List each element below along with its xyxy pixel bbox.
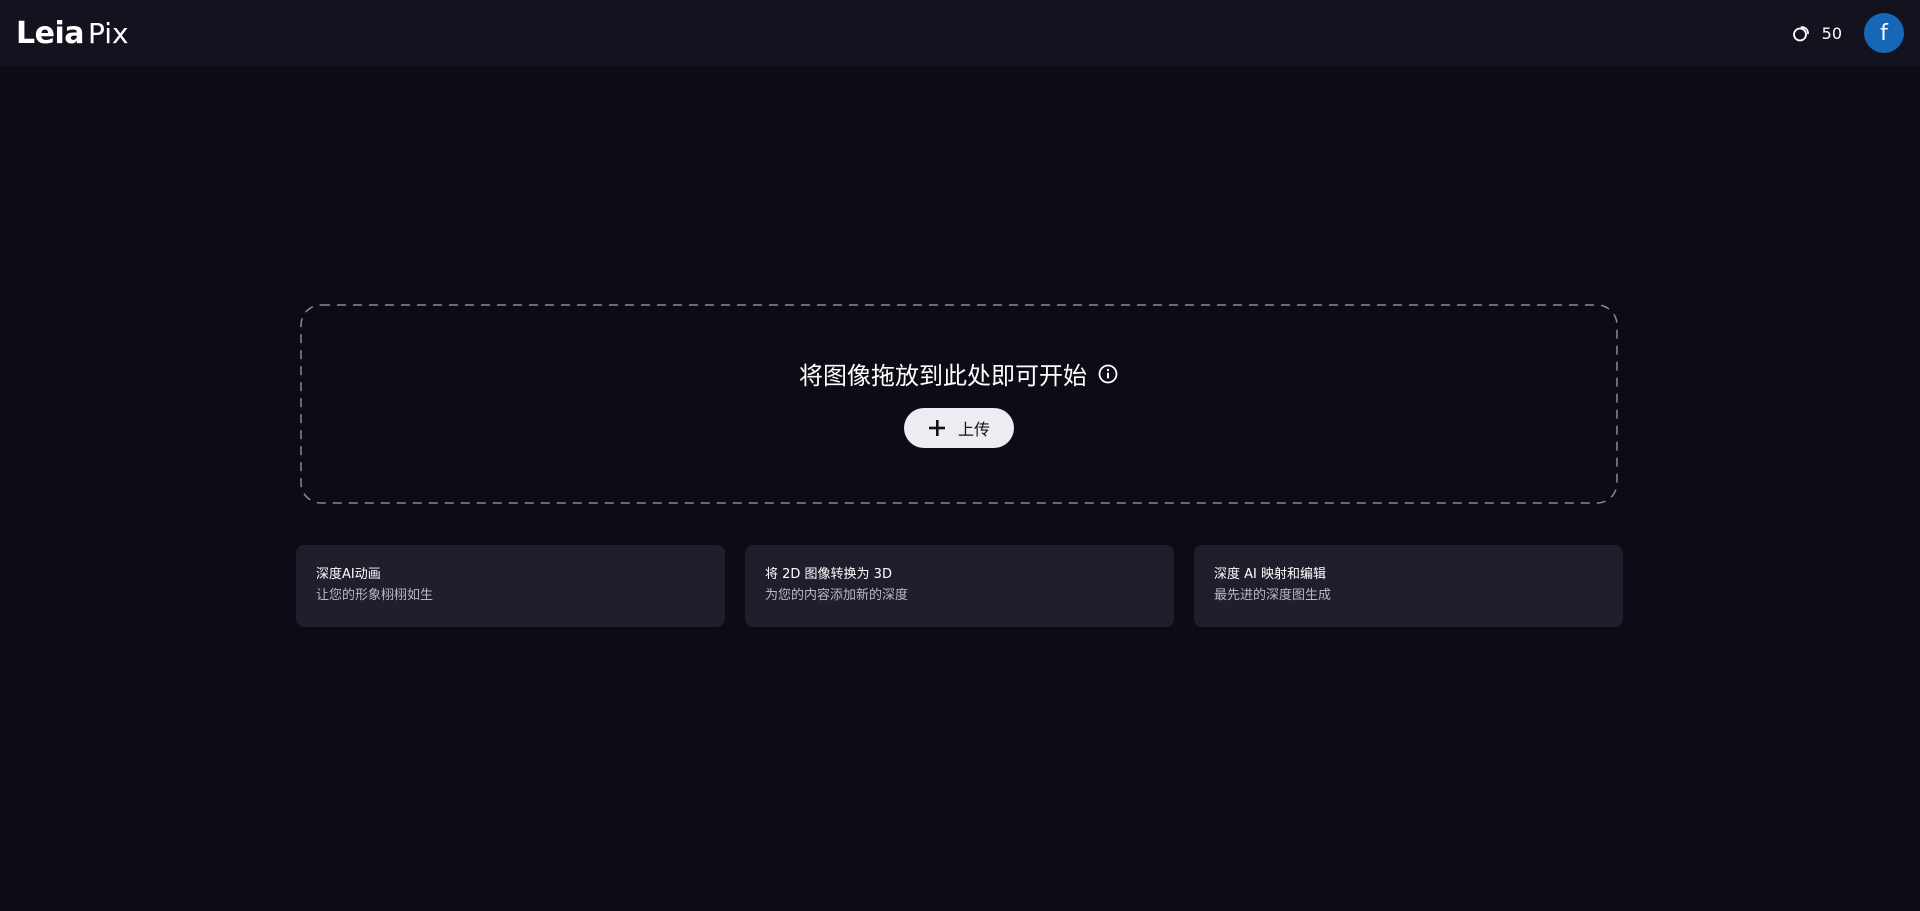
feature-card-depth-mapping[interactable]: 深度 AI 映射和编辑 最先进的深度图生成	[1194, 545, 1623, 627]
logo-pix-text: Pix	[88, 16, 129, 50]
feature-card-2d-to-3d[interactable]: 将 2D 图像转换为 3D 为您的内容添加新的深度	[745, 545, 1174, 627]
header-actions: 50 f	[1792, 13, 1904, 53]
top-bar: Leia Pix 50 f	[0, 0, 1920, 66]
dropzone-title: 将图像拖放到此处即可开始	[799, 362, 1087, 390]
feature-card-title: 深度AI动画	[316, 567, 381, 582]
upload-button[interactable]: 上传	[904, 408, 1014, 448]
credits-counter[interactable]: 50	[1792, 23, 1842, 43]
feature-card-ai-animation[interactable]: 深度AI动画 让您的形象栩栩如生	[296, 545, 725, 627]
upload-label: 上传	[957, 420, 990, 439]
plus-icon	[928, 419, 946, 437]
credits-value: 50	[1821, 23, 1842, 43]
feature-card-subtitle: 让您的形象栩栩如生	[316, 588, 434, 603]
dropzone-heading: 将图像拖放到此处即可开始	[300, 356, 1618, 391]
info-icon[interactable]	[1097, 363, 1119, 385]
feature-card-title: 将 2D 图像转换为 3D	[765, 567, 892, 582]
feature-card-subtitle: 最先进的深度图生成	[1214, 588, 1332, 603]
avatar-letter: f	[1880, 20, 1888, 46]
coins-icon	[1792, 23, 1812, 43]
feature-card-title: 深度 AI 映射和编辑	[1214, 567, 1326, 582]
logo-leia-text: Leia	[16, 15, 85, 51]
feature-card-subtitle: 为您的内容添加新的深度	[765, 588, 909, 603]
user-avatar[interactable]: f	[1864, 13, 1904, 53]
feature-cards: 深度AI动画 让您的形象栩栩如生 将 2D 图像转换为 3D 为您的内容添加新的…	[296, 545, 1624, 627]
image-dropzone[interactable]: 将图像拖放到此处即可开始 上传	[300, 304, 1618, 504]
dropzone-border	[300, 304, 1618, 504]
leiapix-logo[interactable]: Leia Pix	[16, 16, 129, 51]
